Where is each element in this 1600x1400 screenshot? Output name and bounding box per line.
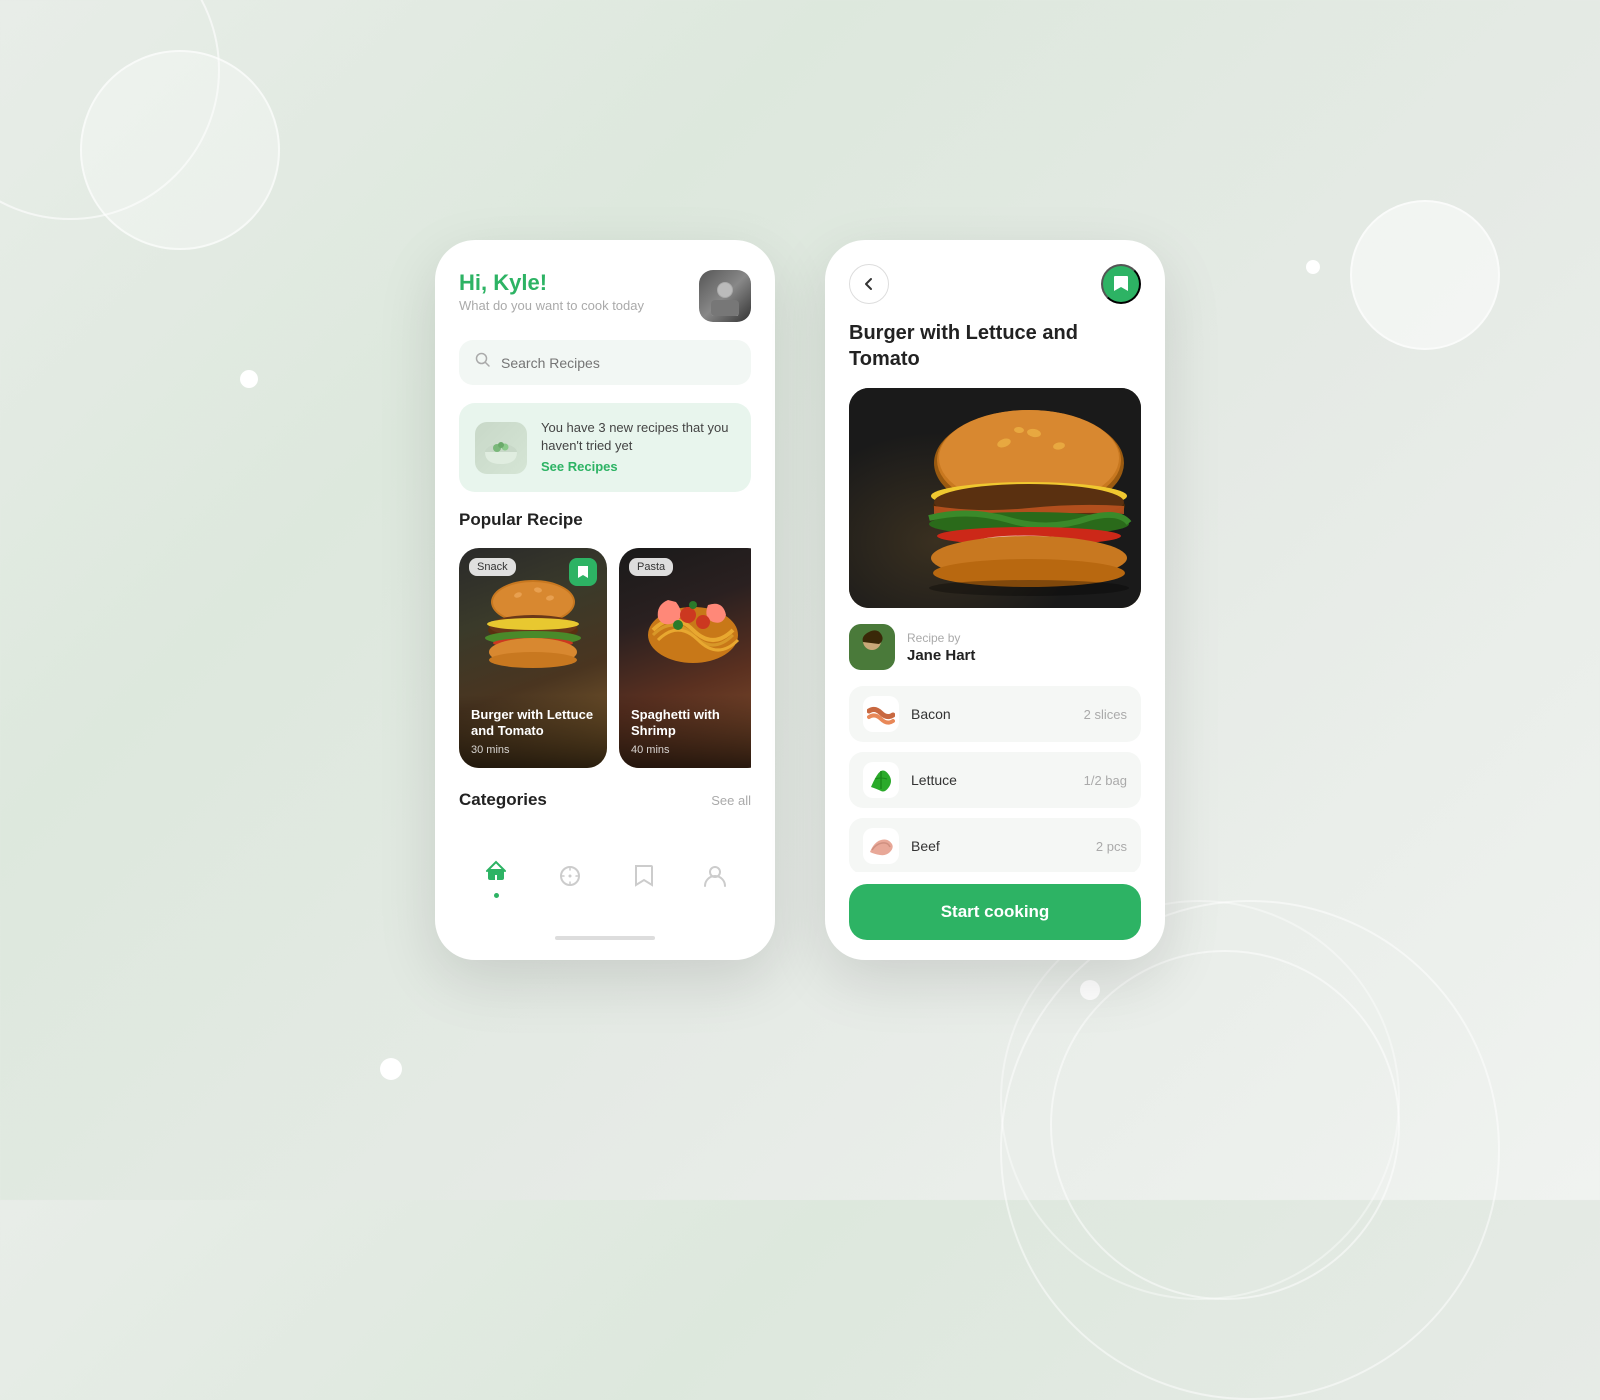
notification-message: You have 3 new recipes that you haven't … bbox=[541, 419, 735, 455]
recipe-tag-snack: Snack bbox=[469, 558, 516, 576]
nav-item-explore[interactable] bbox=[542, 858, 598, 900]
ingredient-row-lettuce: Lettuce 1/2 bag bbox=[849, 752, 1141, 808]
bottom-bar bbox=[555, 936, 655, 940]
compass-icon bbox=[558, 864, 582, 894]
recipe-cards: Snack Burger with Lettuce and Tomato 30 … bbox=[459, 548, 751, 768]
lettuce-icon bbox=[863, 762, 899, 798]
recipe-hero-image bbox=[849, 388, 1141, 608]
author-avatar bbox=[849, 624, 895, 670]
bg-deco-circle-4 bbox=[1350, 200, 1500, 350]
recipe-card-pasta[interactable]: Pasta Spaghetti with Shrimp 40 mins bbox=[619, 548, 751, 768]
categories-section-header: Categories See all bbox=[459, 790, 751, 810]
header-row: Hi, Kyle! What do you want to cook today bbox=[459, 270, 751, 322]
greeting-title: Hi, Kyle! bbox=[459, 270, 644, 296]
phones-container: Hi, Kyle! What do you want to cook today bbox=[435, 240, 1165, 960]
categories-title: Categories bbox=[459, 790, 547, 810]
pasta-card-name: Spaghetti with Shrimp bbox=[631, 707, 751, 741]
nav-item-saved[interactable] bbox=[616, 858, 670, 900]
avatar-image bbox=[699, 270, 751, 322]
section-header-popular: Popular Recipe bbox=[459, 510, 751, 530]
burger-card-name: Burger with Lettuce and Tomato bbox=[471, 707, 595, 741]
avatar[interactable] bbox=[699, 270, 751, 322]
notification-text: You have 3 new recipes that you haven't … bbox=[541, 419, 735, 476]
recipe-bookmark-burger[interactable] bbox=[569, 558, 597, 586]
beef-icon bbox=[863, 828, 899, 864]
popular-recipe-section: Popular Recipe bbox=[459, 510, 751, 530]
notification-food-icon bbox=[475, 422, 527, 474]
author-row: Recipe by Jane Hart bbox=[825, 608, 1165, 686]
bg-deco-circle-1 bbox=[0, 0, 220, 220]
greeting-text: Hi, Kyle! What do you want to cook today bbox=[459, 270, 644, 313]
left-phone: Hi, Kyle! What do you want to cook today bbox=[435, 240, 775, 960]
bottom-nav bbox=[459, 843, 751, 914]
bg-dot-1 bbox=[240, 370, 258, 388]
burger-card-time: 30 mins bbox=[471, 744, 595, 756]
ingredient-qty-bacon: 2 slices bbox=[1084, 707, 1127, 722]
pasta-food-image bbox=[619, 556, 751, 692]
author-name: Jane Hart bbox=[907, 647, 975, 664]
bookmark-nav-icon bbox=[632, 864, 654, 894]
recipe-detail-header bbox=[825, 240, 1165, 320]
right-phone: Burger with Lettuce and Tomato bbox=[825, 240, 1165, 960]
ingredient-qty-lettuce: 1/2 bag bbox=[1084, 773, 1127, 788]
deco-ring-2 bbox=[1050, 950, 1400, 1300]
recipe-detail-title: Burger with Lettuce and Tomato bbox=[825, 320, 1165, 388]
back-button[interactable] bbox=[849, 264, 889, 304]
start-cooking-button[interactable]: Start cooking bbox=[849, 884, 1141, 940]
popular-section-title: Popular Recipe bbox=[459, 510, 583, 530]
bg-dot-4 bbox=[1080, 980, 1100, 1000]
nav-item-home[interactable] bbox=[468, 853, 524, 904]
nav-active-dot bbox=[494, 893, 499, 898]
ingredient-name-lettuce: Lettuce bbox=[911, 772, 1072, 788]
ingredient-qty-beef: 2 pcs bbox=[1096, 839, 1127, 854]
search-input[interactable] bbox=[501, 355, 735, 371]
ingredients-list: Bacon 2 slices Lettuce 1/2 bag bbox=[825, 686, 1165, 872]
bacon-icon bbox=[863, 696, 899, 732]
search-bar[interactable] bbox=[459, 340, 751, 385]
ingredient-row-beef: Beef 2 pcs bbox=[849, 818, 1141, 872]
ingredient-name-bacon: Bacon bbox=[911, 706, 1072, 722]
bookmark-button[interactable] bbox=[1101, 264, 1141, 304]
user-nav-icon bbox=[704, 864, 726, 894]
greeting-subtitle: What do you want to cook today bbox=[459, 298, 644, 313]
recipe-tag-pasta: Pasta bbox=[629, 558, 673, 576]
categories-see-all[interactable]: See all bbox=[711, 793, 751, 808]
recipe-card-burger[interactable]: Snack Burger with Lettuce and Tomato 30 … bbox=[459, 548, 607, 768]
ingredient-row-bacon: Bacon 2 slices bbox=[849, 686, 1141, 742]
nav-item-profile[interactable] bbox=[688, 858, 742, 900]
home-icon bbox=[484, 859, 508, 889]
author-label: Recipe by bbox=[907, 631, 975, 645]
author-info: Recipe by Jane Hart bbox=[907, 631, 975, 664]
bg-deco-circle-3 bbox=[1000, 900, 1400, 1300]
search-icon bbox=[475, 352, 491, 373]
bg-dot-2 bbox=[380, 1058, 402, 1080]
recipe-card-info-pasta: Spaghetti with Shrimp 40 mins bbox=[619, 695, 751, 769]
see-recipes-link[interactable]: See Recipes bbox=[541, 459, 618, 474]
pasta-card-time: 40 mins bbox=[631, 744, 751, 756]
notification-card: You have 3 new recipes that you haven't … bbox=[459, 403, 751, 492]
deco-ring-1 bbox=[1000, 900, 1500, 1400]
recipe-card-info-burger: Burger with Lettuce and Tomato 30 mins bbox=[459, 695, 607, 769]
bg-deco-circle-2 bbox=[80, 50, 280, 250]
bg-dot-3 bbox=[1306, 260, 1320, 274]
ingredient-name-beef: Beef bbox=[911, 838, 1084, 854]
